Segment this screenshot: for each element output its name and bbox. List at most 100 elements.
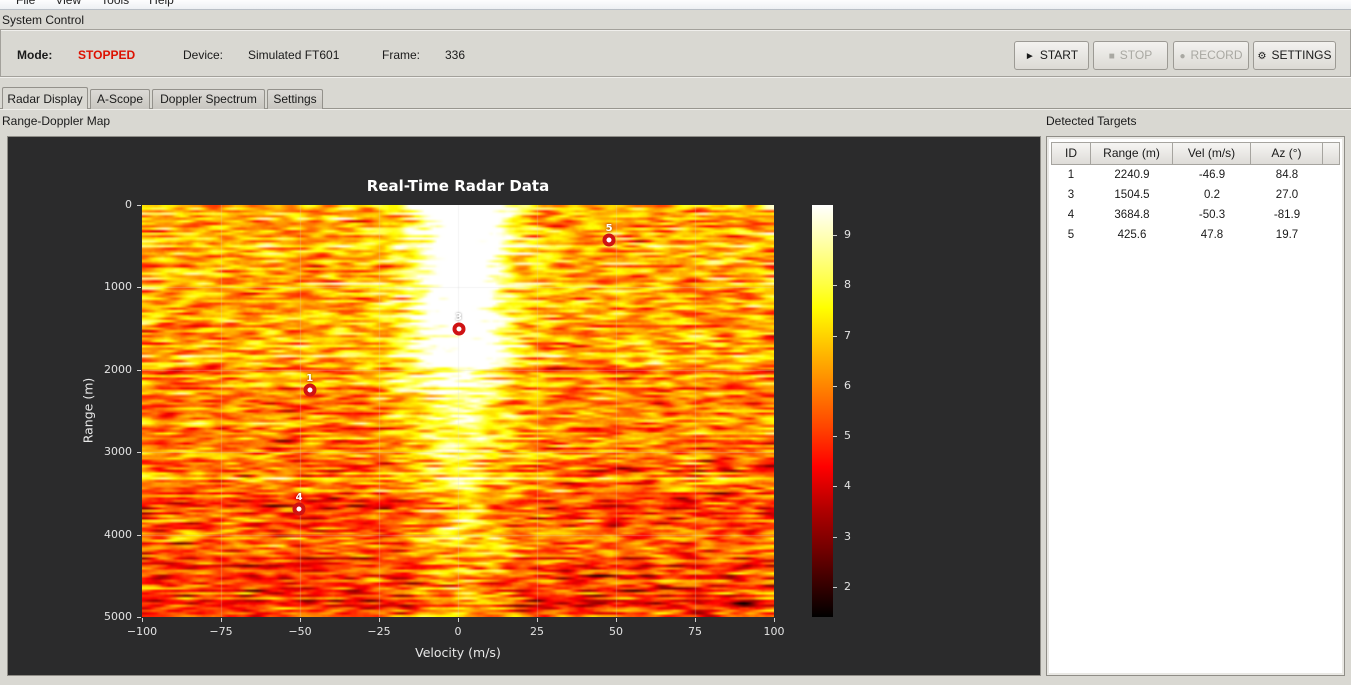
gear-icon: ⚙ — [1257, 51, 1267, 62]
targets-table-cell: 19.7 — [1275, 229, 1299, 241]
x-tick-mark — [695, 618, 696, 622]
menu-file[interactable]: File — [6, 0, 45, 7]
targets-table-header-cell[interactable]: Vel (m/s) — [1173, 142, 1251, 165]
targets-table-row[interactable]: 5 425.6 47.8 19.7 — [1051, 225, 1323, 245]
x-tick-mark — [142, 618, 143, 622]
x-tick-label: −25 — [367, 625, 391, 638]
colorbar-tick-label: 6 — [844, 378, 851, 392]
stop-button: ■ STOP — [1093, 41, 1168, 70]
range-doppler-plot-panel: Real-Time Radar Data Velocity (m/s) Rang… — [7, 136, 1041, 676]
tab-radar-display[interactable]: Radar Display — [2, 87, 88, 109]
targets-table-row[interactable]: 3 1504.5 0.2 27.0 — [1051, 185, 1323, 205]
targets-table-cell: -50.3 — [1198, 209, 1226, 221]
x-tick-mark — [221, 618, 222, 622]
target-marker-label: 4 — [295, 491, 303, 503]
colorbar-tick-label: 9 — [844, 228, 851, 242]
x-tick-mark — [537, 618, 538, 622]
x-tick-mark — [774, 618, 775, 622]
targets-table-cell: 4 — [1067, 209, 1075, 221]
targets-table-header-cell[interactable]: Az (°) — [1251, 142, 1323, 165]
y-tick-label: 4000 — [104, 527, 132, 541]
mode-label: Mode: — [17, 48, 53, 62]
y-tick-label: 2000 — [104, 362, 132, 376]
play-icon: ► — [1024, 51, 1035, 62]
menu-help[interactable]: Help — [139, 0, 184, 7]
targets-table-cell: 5 — [1067, 229, 1075, 241]
colorbar-tick-mark — [833, 385, 837, 387]
menu-tools[interactable]: Tools — [91, 0, 139, 7]
targets-table-cell: 0.2 — [1204, 189, 1220, 201]
record-button: ● RECORD — [1173, 41, 1249, 70]
targets-table-cell: -81.9 — [1273, 209, 1301, 221]
y-tick-mark — [137, 534, 141, 536]
targets-table-header-cell[interactable]: ID — [1051, 142, 1091, 165]
settings-button[interactable]: ⚙ SETTINGS — [1253, 41, 1336, 70]
target-marker-label: 1 — [306, 372, 314, 384]
x-tick-mark — [300, 618, 301, 622]
x-tick-label: 50 — [609, 625, 623, 638]
y-tick-mark — [137, 287, 141, 289]
x-tick-label: 25 — [530, 625, 544, 638]
x-tick-mark — [616, 618, 617, 622]
targets-table-cell: 425.6 — [1117, 229, 1147, 241]
range-doppler-map-label: Range-Doppler Map — [2, 114, 111, 128]
detected-targets-panel: ID Range (m) Vel (m/s) Az (°) 1 2240.9 -46.9 8… — [1046, 136, 1345, 676]
colorbar-tick-label: 5 — [844, 429, 851, 443]
targets-table-cell: -46.9 — [1198, 169, 1226, 181]
target-marker-label: 5 — [605, 223, 613, 235]
range-doppler-heatmap — [142, 205, 774, 617]
x-tick-label: −100 — [126, 625, 158, 638]
tab-settings[interactable]: Settings — [267, 89, 323, 109]
y-tick-mark — [137, 205, 141, 206]
colorbar-tick-label: 8 — [844, 278, 851, 292]
colorbar-tick-mark — [833, 586, 837, 588]
colorbar-tick-mark — [833, 486, 837, 488]
target-marker-label: 3 — [455, 311, 463, 323]
x-tick-label: −50 — [288, 625, 312, 638]
x-tick-label: 0 — [454, 625, 462, 638]
x-tick-mark — [458, 618, 459, 622]
plot-title: Real-Time Radar Data — [366, 177, 550, 195]
x-tick-label: −75 — [209, 625, 233, 638]
colorbar-tick-label: 4 — [844, 479, 851, 493]
targets-table-cell: 3684.8 — [1114, 209, 1150, 221]
targets-table-row[interactable]: 4 3684.8 -50.3 -81.9 — [1051, 205, 1323, 225]
menu-view[interactable]: View — [45, 0, 91, 7]
targets-table-cell: 3 — [1067, 189, 1075, 201]
colorbar-tick-mark — [833, 285, 837, 287]
targets-table-cell: 84.8 — [1275, 169, 1299, 181]
targets-table-cell: 47.8 — [1200, 229, 1224, 241]
colorbar-tick-label: 3 — [844, 529, 851, 543]
target-marker — [292, 502, 306, 516]
colorbar — [812, 205, 833, 617]
menu-bar: File View Tools Help — [0, 0, 1351, 10]
record-icon: ● — [1179, 51, 1186, 62]
tab-a-scope[interactable]: A-Scope — [90, 89, 150, 109]
colorbar-tick-mark — [833, 536, 837, 538]
x-tick-mark — [379, 618, 380, 622]
device-label: Device: — [183, 48, 224, 62]
x-tick-label: 100 — [763, 625, 785, 638]
colorbar-tick-mark — [833, 436, 837, 438]
start-button[interactable]: ► START — [1014, 41, 1089, 70]
detected-targets-label: Detected Targets — [1046, 114, 1137, 128]
mode-value-stopped: STOPPED — [78, 48, 136, 62]
colorbar-tick-mark — [833, 235, 837, 237]
targets-table-cell: 2240.9 — [1114, 169, 1150, 181]
target-marker — [602, 233, 616, 247]
tab-doppler-spectrum[interactable]: Doppler Spectrum — [152, 89, 265, 109]
targets-table-cell: 1504.5 — [1114, 189, 1150, 201]
targets-table-row[interactable]: 1 2240.9 -46.9 84.8 — [1051, 165, 1323, 185]
target-marker — [303, 383, 317, 397]
targets-table-header-cell[interactable]: Range (m) — [1091, 142, 1173, 165]
targets-table-header: ID Range (m) Vel (m/s) Az (°) — [1051, 142, 1340, 165]
stop-icon: ■ — [1108, 51, 1115, 62]
colorbar-tick-label: 2 — [844, 579, 851, 593]
frame-label: Frame: — [382, 48, 421, 62]
y-tick-mark — [137, 617, 141, 618]
y-tick-mark — [137, 369, 141, 371]
colorbar-tick-mark — [833, 335, 837, 337]
y-tick-label: 5000 — [104, 610, 132, 623]
y-tick-label: 1000 — [104, 280, 132, 294]
targets-table-cell: 27.0 — [1275, 189, 1299, 201]
